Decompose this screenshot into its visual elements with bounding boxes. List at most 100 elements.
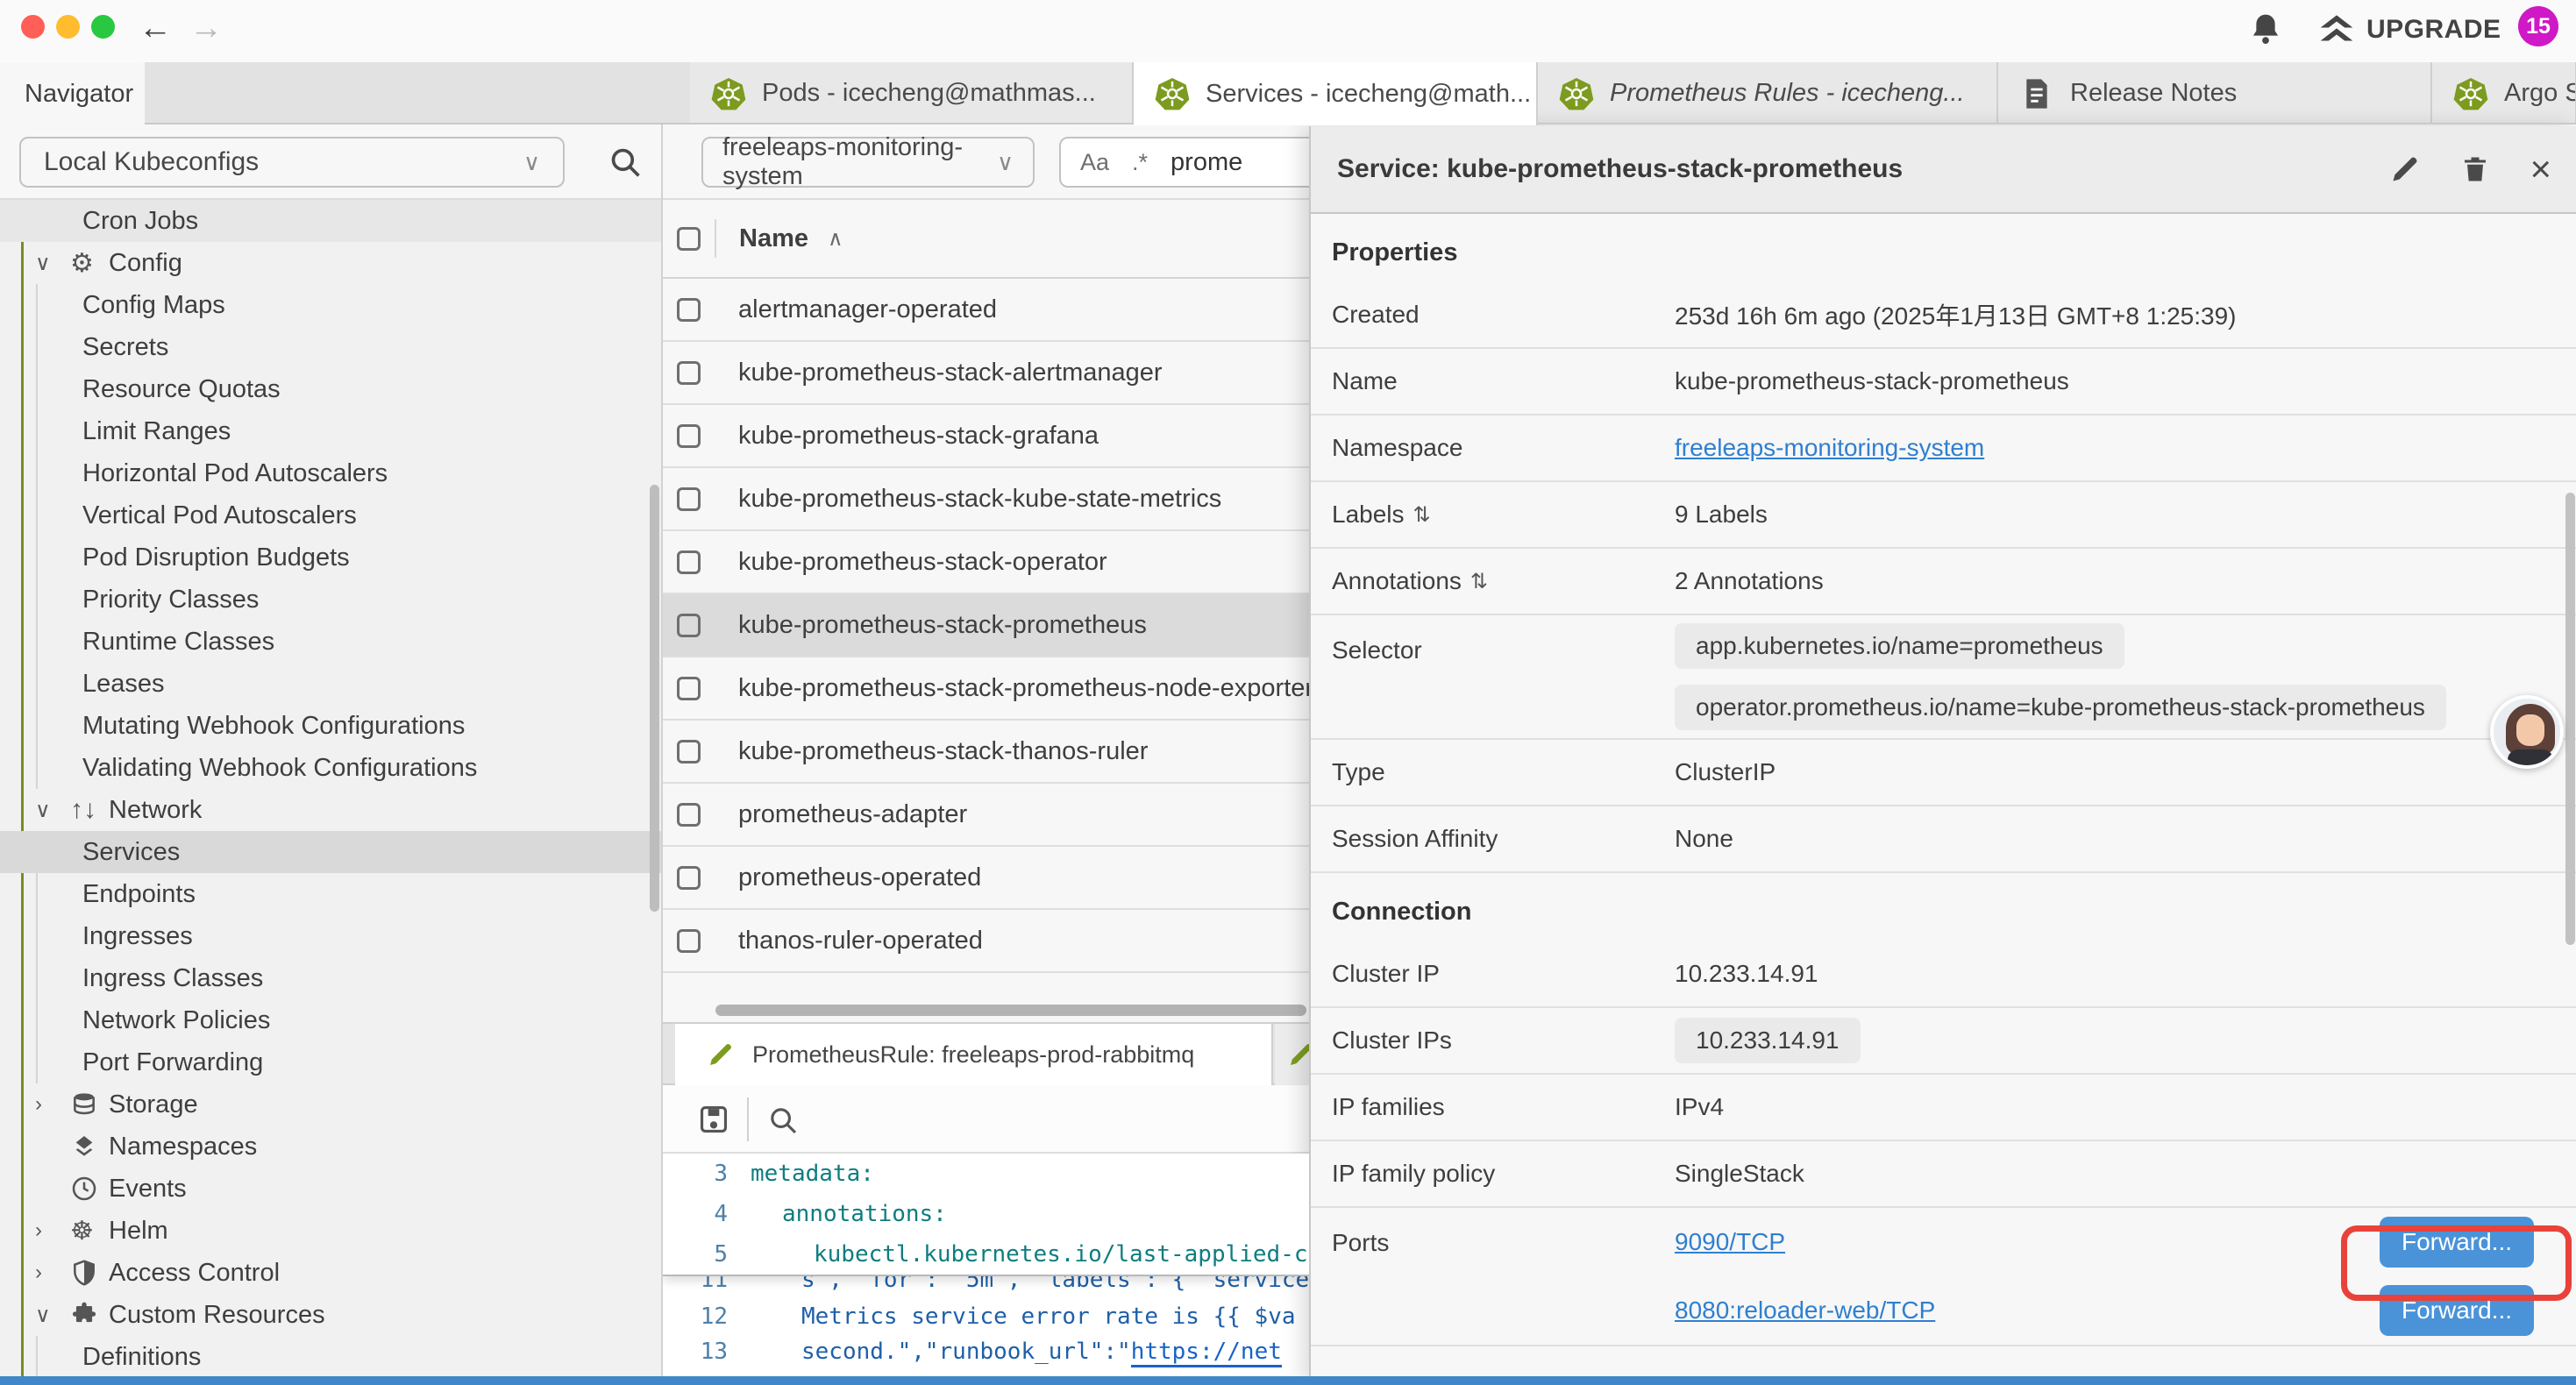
sidebar-item-config-maps[interactable]: Config Maps bbox=[0, 284, 663, 326]
table-row[interactable]: kube-prometheus-stack-grafana bbox=[663, 405, 1309, 468]
table-row[interactable]: thanos-ruler-operated bbox=[663, 910, 1309, 973]
table-row[interactable]: kube-prometheus-stack-thanos-ruler bbox=[663, 721, 1309, 784]
sidebar-item-leases[interactable]: Leases bbox=[0, 663, 663, 705]
upgrade-button[interactable]: UPGRADE bbox=[2319, 12, 2501, 47]
row-checkbox[interactable] bbox=[677, 866, 701, 890]
panel-scrollbar[interactable] bbox=[2565, 493, 2575, 945]
row-checkbox[interactable] bbox=[677, 487, 701, 511]
regex-toggle[interactable]: .* bbox=[1132, 149, 1148, 176]
horizontal-scrollbar[interactable] bbox=[715, 1005, 1306, 1016]
sidebar-item-events[interactable]: Events bbox=[0, 1168, 663, 1210]
edit-button[interactable] bbox=[2389, 153, 2421, 185]
sort-toggle-icon[interactable]: ⇅ bbox=[1470, 569, 1488, 594]
yaml-editor[interactable]: 11s", "for": "5m", "labels": { "service"… bbox=[663, 1154, 1309, 1385]
sidebar-item-runtime-classes[interactable]: Runtime Classes bbox=[0, 621, 663, 663]
case-sensitive-toggle[interactable]: Aa bbox=[1080, 149, 1109, 176]
sidebar-scrollbar[interactable] bbox=[650, 485, 659, 912]
sidebar-item-services[interactable]: Services bbox=[0, 831, 663, 873]
row-checkbox[interactable] bbox=[677, 803, 701, 827]
editor-tab[interactable]: PrometheusRule: freeleaps-prod-rabbitmq bbox=[675, 1024, 1273, 1085]
namespace-link[interactable]: freeleaps-monitoring-system bbox=[1675, 434, 1984, 461]
namespace-dropdown[interactable]: freeleaps-monitoring-system ∨ bbox=[701, 137, 1035, 188]
sidebar-item-pod-disruption-budgets[interactable]: Pod Disruption Budgets bbox=[0, 536, 663, 579]
avatar[interactable] bbox=[2490, 695, 2564, 769]
tab-4[interactable]: Release Notes bbox=[1998, 62, 2432, 124]
table-row[interactable]: kube-prometheus-stack-prometheus-node-ex… bbox=[663, 657, 1309, 721]
editor-search-button[interactable] bbox=[766, 1104, 800, 1137]
row-checkbox[interactable] bbox=[677, 298, 701, 322]
profile-badge[interactable]: 15 bbox=[2518, 6, 2558, 46]
sidebar-item-priority-classes[interactable]: Priority Classes bbox=[0, 579, 663, 621]
sidebar-item-network[interactable]: ∨↑↓Network bbox=[0, 789, 663, 831]
chevron-right-icon[interactable]: › bbox=[35, 1261, 70, 1285]
sidebar-item-secrets[interactable]: Secrets bbox=[0, 326, 663, 368]
row-checkbox[interactable] bbox=[677, 361, 701, 385]
tab-2[interactable]: Services - icecheng@math...× bbox=[1134, 62, 1538, 125]
close-panel-button[interactable]: × bbox=[2530, 148, 2551, 190]
row-checkbox[interactable] bbox=[677, 929, 701, 953]
editor-tab-partial[interactable] bbox=[1275, 1024, 1309, 1085]
table-row[interactable]: kube-prometheus-stack-kube-state-metrics bbox=[663, 468, 1309, 531]
sidebar-item-access-control[interactable]: ›Access Control bbox=[0, 1252, 663, 1294]
port-link[interactable]: 9090/TCP bbox=[1675, 1228, 1785, 1256]
select-all-checkbox[interactable] bbox=[677, 227, 701, 251]
sidebar-item-limit-ranges[interactable]: Limit Ranges bbox=[0, 410, 663, 452]
name-column-header[interactable]: Name bbox=[739, 224, 808, 253]
port-link[interactable]: 8080:reloader-web/TCP bbox=[1675, 1296, 1935, 1325]
row-checkbox[interactable] bbox=[677, 614, 701, 637]
back-button[interactable]: ← bbox=[139, 7, 172, 49]
sidebar-item-config[interactable]: ∨⚙Config bbox=[0, 242, 663, 284]
row-checkbox[interactable] bbox=[677, 424, 701, 448]
table-row[interactable]: kube-prometheus-stack-alertmanager bbox=[663, 342, 1309, 405]
sidebar-item-helm[interactable]: ›☸Helm bbox=[0, 1210, 663, 1252]
resource-search-input[interactable]: Aa .* prome bbox=[1059, 137, 1309, 188]
chevron-down-icon[interactable]: ∨ bbox=[35, 1303, 70, 1328]
sidebar-item-mutating-webhook-configurations[interactable]: Mutating Webhook Configurations bbox=[0, 705, 663, 747]
chevron-down-icon[interactable]: ∨ bbox=[35, 798, 70, 823]
forward-button[interactable]: → bbox=[189, 7, 223, 49]
sidebar-search-button[interactable] bbox=[607, 144, 644, 181]
sidebar-item-horizontal-pod-autoscalers[interactable]: Horizontal Pod Autoscalers bbox=[0, 452, 663, 494]
runbook-link[interactable]: https://net bbox=[1131, 1339, 1282, 1367]
sidebar-item-ingress-classes[interactable]: Ingress Classes bbox=[0, 957, 663, 999]
sidebar-item-storage[interactable]: ›Storage bbox=[0, 1083, 663, 1126]
chevron-right-icon[interactable]: › bbox=[35, 1218, 70, 1243]
tab-3[interactable]: Prometheus Rules - icecheng... bbox=[1538, 62, 1998, 124]
sidebar-item-namespaces[interactable]: Namespaces bbox=[0, 1126, 663, 1168]
save-button[interactable] bbox=[697, 1103, 730, 1136]
sidebar-item-cron-jobs[interactable]: Cron Jobs bbox=[0, 200, 663, 242]
sort-toggle-icon[interactable]: ⇅ bbox=[1413, 502, 1431, 528]
chevron-down-icon[interactable]: ∨ bbox=[35, 251, 70, 276]
traffic-light-minimize[interactable] bbox=[56, 15, 80, 39]
detail-label: Namespace bbox=[1311, 434, 1675, 462]
sidebar-item-resource-quotas[interactable]: Resource Quotas bbox=[0, 368, 663, 410]
table-row[interactable]: prometheus-operated bbox=[663, 847, 1309, 910]
table-row[interactable]: prometheus-adapter bbox=[663, 784, 1309, 847]
delete-button[interactable] bbox=[2459, 153, 2491, 185]
sidebar-item-endpoints[interactable]: Endpoints bbox=[0, 873, 663, 915]
network-icon: ↑↓ bbox=[70, 795, 109, 825]
detail-label: Selector bbox=[1311, 615, 1675, 664]
kubeconfig-dropdown[interactable]: Local Kubeconfigs ∨ bbox=[19, 137, 565, 188]
chevron-right-icon[interactable]: › bbox=[35, 1092, 70, 1117]
notification-bell-button[interactable] bbox=[2246, 11, 2285, 49]
row-checkbox[interactable] bbox=[677, 740, 701, 764]
tab-1[interactable]: Pods - icecheng@mathmas... bbox=[690, 62, 1134, 124]
navigator-tab[interactable]: Navigator bbox=[0, 62, 145, 125]
sidebar-item-network-policies[interactable]: Network Policies bbox=[0, 999, 663, 1041]
sidebar-item-ingresses[interactable]: Ingresses bbox=[0, 915, 663, 957]
sidebar-item-vertical-pod-autoscalers[interactable]: Vertical Pod Autoscalers bbox=[0, 494, 663, 536]
tab-5[interactable]: Argo Se bbox=[2432, 62, 2576, 124]
row-checkbox[interactable] bbox=[677, 677, 701, 700]
traffic-light-close[interactable] bbox=[21, 15, 45, 39]
sidebar-item-custom-resources[interactable]: ∨Custom Resources bbox=[0, 1294, 663, 1336]
sidebar-item-definitions[interactable]: Definitions bbox=[0, 1336, 663, 1378]
traffic-light-maximize[interactable] bbox=[91, 15, 115, 39]
table-row[interactable]: kube-prometheus-stack-prometheus bbox=[663, 594, 1309, 657]
sidebar-item-validating-webhook-configurations[interactable]: Validating Webhook Configurations bbox=[0, 747, 663, 789]
row-checkbox[interactable] bbox=[677, 550, 701, 574]
sort-ascending-icon[interactable]: ∧ bbox=[828, 226, 843, 252]
table-row[interactable]: kube-prometheus-stack-operator bbox=[663, 531, 1309, 594]
table-row[interactable]: alertmanager-operated bbox=[663, 279, 1309, 342]
sidebar-item-port-forwarding[interactable]: Port Forwarding bbox=[0, 1041, 663, 1083]
